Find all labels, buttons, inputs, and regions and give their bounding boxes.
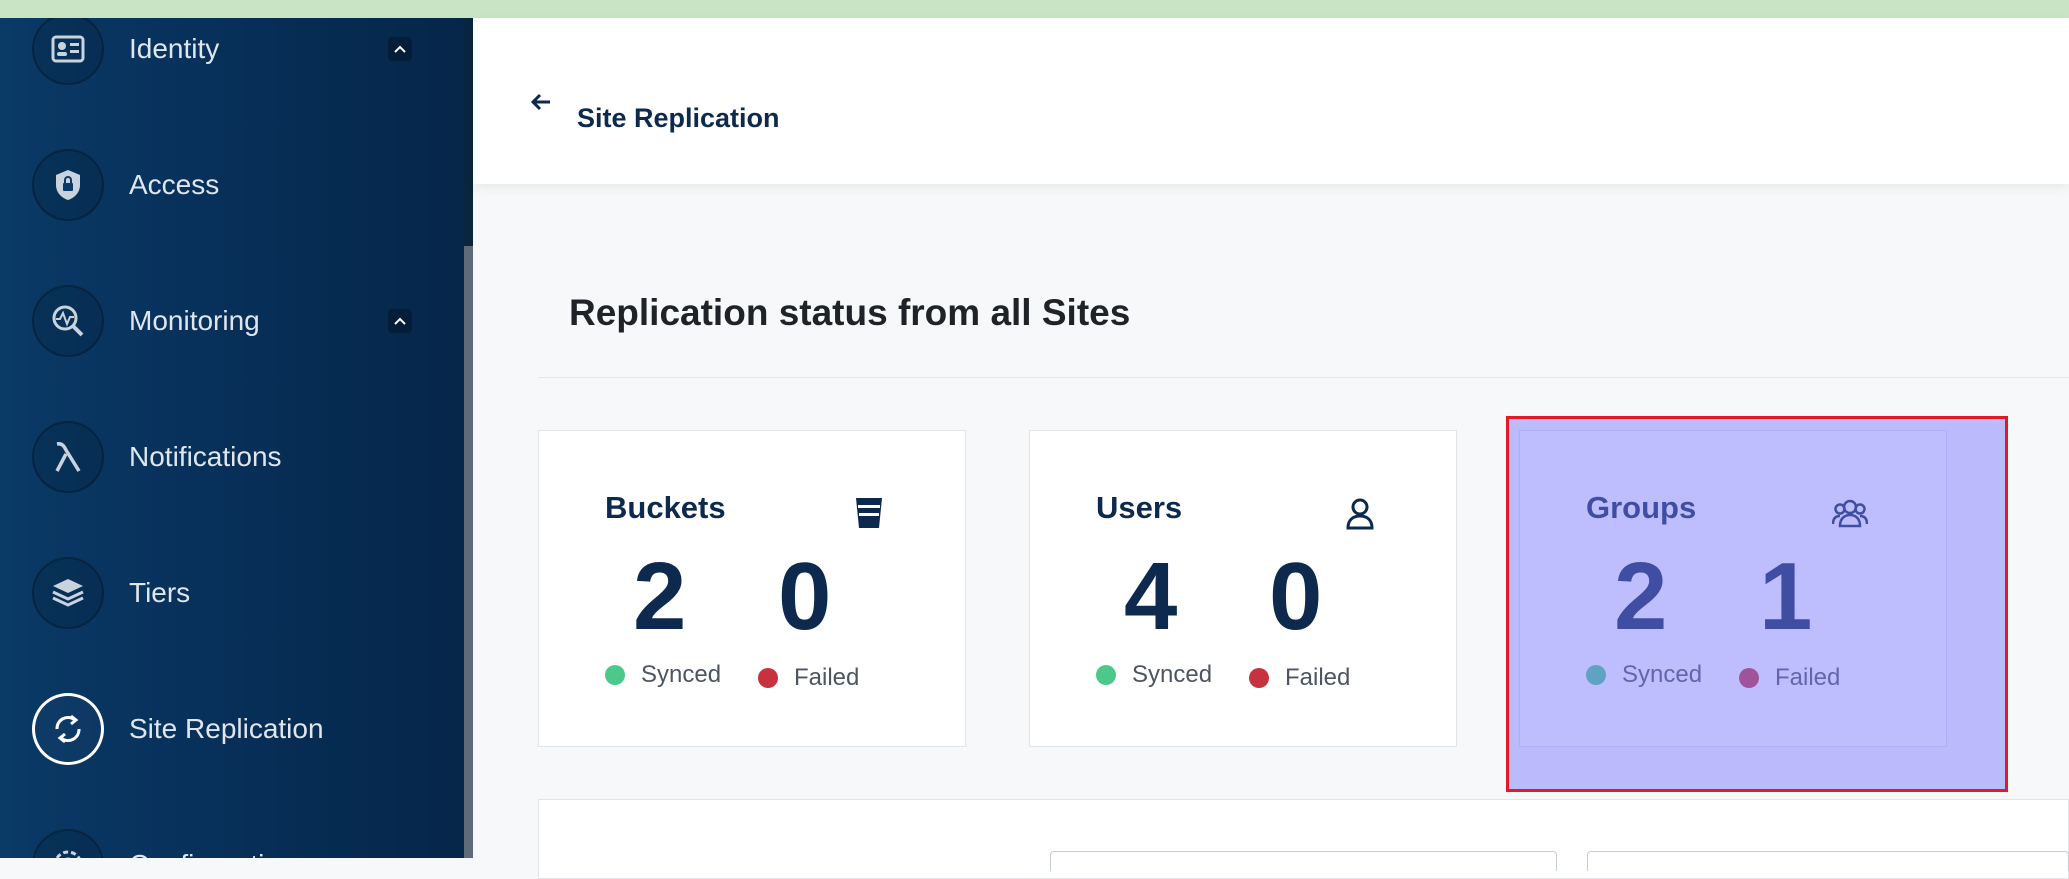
monitoring-icon	[32, 285, 104, 357]
failed-legend: Failed	[1249, 664, 1350, 692]
sidebar-item-label: Monitoring	[129, 305, 260, 336]
sidebar-item-label: Tiers	[129, 577, 191, 608]
chevron-up-icon[interactable]	[388, 309, 412, 333]
input-field[interactable]	[1050, 851, 1557, 871]
page-header: Site Replication	[473, 18, 2069, 184]
input-field[interactable]	[1587, 851, 2069, 871]
shield-lock-icon	[32, 149, 104, 221]
buckets-card: Buckets 2 0 Synced Failed	[538, 430, 966, 747]
user-icon	[1342, 495, 1378, 531]
id-card-icon	[32, 18, 104, 85]
failed-legend: Failed	[758, 664, 859, 692]
sidebar-item-identity[interactable]: Identity	[32, 18, 432, 97]
users-card: Users 4 0 Synced Failed	[1029, 430, 1457, 747]
sidebar-item-site-replication[interactable]: Site Replication	[32, 681, 432, 777]
gear-icon	[32, 829, 104, 858]
sidebar-item-label: Identity	[129, 33, 220, 64]
layers-icon	[32, 557, 104, 629]
card-title: Buckets	[605, 490, 726, 525]
synced-label: Synced	[641, 661, 722, 688]
sidebar-item-access[interactable]: Access	[32, 137, 432, 233]
page-title: Site Replication	[577, 103, 780, 133]
synced-legend: Synced	[605, 661, 721, 689]
failed-dot	[758, 668, 778, 688]
synced-dot	[1096, 665, 1116, 685]
section-title: Replication status from all Sites	[569, 292, 1131, 333]
sidebar-item-label: Site Replication	[129, 713, 324, 744]
synced-count: 2	[633, 543, 687, 650]
sidebar-scrollbar-thumb[interactable]	[464, 246, 473, 858]
divider	[538, 377, 2069, 378]
sidebar: Identity Access Monitoring Notifications…	[0, 18, 463, 858]
failed-label: Failed	[1285, 664, 1351, 691]
failed-count: 0	[778, 543, 832, 650]
selection-highlight	[1506, 416, 2008, 792]
synced-dot	[605, 665, 625, 685]
top-status-bar	[0, 0, 2069, 19]
synced-legend: Synced	[1096, 661, 1212, 689]
chevron-up-icon[interactable]	[388, 37, 412, 61]
sidebar-item-tiers[interactable]: Tiers	[32, 545, 432, 641]
sidebar-item-notifications[interactable]: Notifications	[32, 409, 432, 505]
back-arrow-icon[interactable]	[529, 90, 553, 114]
sync-icon	[32, 693, 104, 765]
bucket-icon	[851, 495, 887, 531]
synced-label: Synced	[1132, 661, 1213, 688]
sidebar-item-monitoring[interactable]: Monitoring	[32, 273, 432, 369]
synced-count: 4	[1124, 543, 1178, 650]
sidebar-item-configurations[interactable]: Configurations	[32, 817, 432, 858]
sidebar-item-label: Notifications	[129, 441, 282, 472]
lambda-icon	[32, 421, 104, 493]
failed-dot	[1249, 668, 1269, 688]
card-title: Users	[1096, 490, 1183, 525]
failed-count: 0	[1269, 543, 1323, 650]
sidebar-item-label: Configurations	[129, 849, 310, 858]
sidebar-item-label: Access	[129, 169, 220, 200]
failed-label: Failed	[794, 664, 860, 691]
